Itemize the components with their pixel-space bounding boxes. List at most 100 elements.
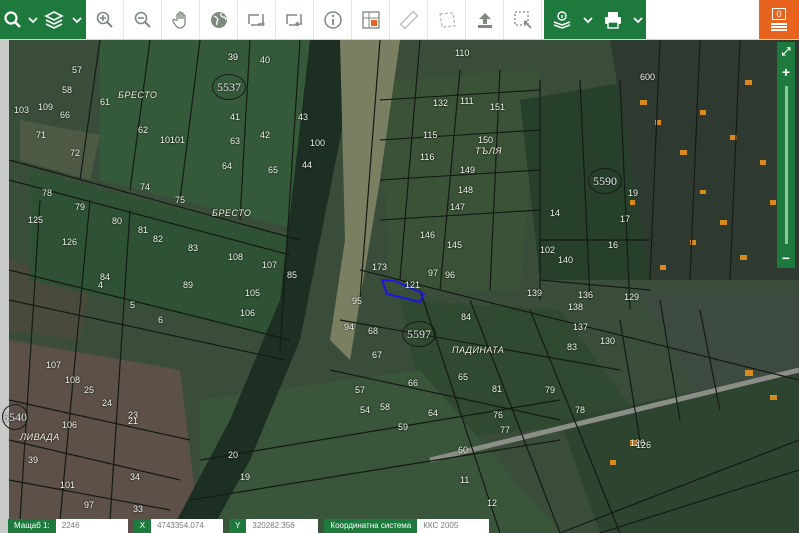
upload-icon bbox=[477, 12, 492, 28]
zoom-plus-button[interactable]: + bbox=[777, 62, 795, 82]
zoom-slider[interactable] bbox=[784, 86, 788, 244]
parcel-number-label: 25 bbox=[84, 385, 95, 395]
parcel-number-label: 33 bbox=[133, 504, 144, 514]
clear-selection-button[interactable] bbox=[504, 0, 542, 39]
parcel-number-label: 132 bbox=[433, 98, 449, 108]
parcel-number-label: 19 bbox=[240, 472, 251, 482]
pan-button[interactable] bbox=[162, 0, 200, 39]
zoom-out-button[interactable] bbox=[124, 0, 162, 39]
parcel-number-label: 101 bbox=[60, 480, 76, 490]
x-coordinate-label: X bbox=[133, 519, 152, 533]
parcel-number-label: 116 bbox=[420, 152, 435, 162]
zoom-in-icon bbox=[96, 11, 113, 28]
parcel-number-label: 61 bbox=[100, 97, 111, 107]
hand-icon bbox=[171, 10, 186, 29]
place-label: БРЕСТО bbox=[212, 208, 252, 218]
parcel-number-label: 107 bbox=[46, 360, 62, 370]
print-button[interactable] bbox=[596, 0, 630, 39]
zoom-out-icon bbox=[134, 11, 151, 28]
parcel-number-label: 57 bbox=[355, 385, 366, 395]
parcel-number-label: 75 bbox=[175, 195, 186, 205]
grid-coordinates-icon bbox=[361, 10, 380, 29]
select-import-button[interactable] bbox=[238, 0, 276, 39]
select-export-icon bbox=[285, 13, 302, 27]
layers-dropdown[interactable] bbox=[68, 0, 86, 39]
parcel-number-label: 94 bbox=[344, 322, 355, 332]
upload-button[interactable] bbox=[466, 0, 504, 39]
right-tool-group bbox=[544, 0, 646, 39]
parcel-number-label: 62 bbox=[138, 125, 149, 135]
clear-selection-icon bbox=[513, 10, 532, 29]
cadastral-region-number: 5590 bbox=[588, 168, 622, 194]
parcel-number-label: 78 bbox=[42, 188, 53, 198]
crs-select[interactable]: ККС 2005 bbox=[417, 519, 490, 533]
parcel-number-label: 78 bbox=[575, 405, 586, 415]
map-tools bbox=[86, 0, 542, 39]
parcel-number-label: 17 bbox=[620, 214, 631, 224]
parcel-number-label: 39 bbox=[28, 455, 39, 465]
print-dropdown[interactable] bbox=[630, 0, 646, 39]
zoom-minus-button[interactable]: − bbox=[777, 248, 795, 268]
coordinates-button[interactable] bbox=[352, 0, 390, 39]
parcel-number-label: 97 bbox=[84, 500, 95, 510]
base-layers-button[interactable] bbox=[544, 0, 580, 39]
hamburger-icon bbox=[771, 22, 787, 32]
parcel-number-label: 89 bbox=[183, 280, 194, 290]
parcel-number-label: 600 bbox=[640, 72, 656, 82]
y-coordinate-value: 320282.356 bbox=[246, 519, 319, 533]
cadastral-region-number: 5537 bbox=[212, 74, 246, 100]
satellite-cadastral-map bbox=[0, 40, 799, 533]
parcel-number-label: 81 bbox=[138, 225, 149, 235]
scale-input[interactable]: 2246 bbox=[55, 519, 128, 533]
parcel-number-label: 97 bbox=[428, 268, 439, 278]
parcel-number-label: 108 bbox=[65, 375, 81, 385]
parcel-number-label: 139 bbox=[527, 288, 543, 298]
parcel-number-label: 145 bbox=[447, 240, 463, 250]
parcel-number-label: 102 bbox=[540, 245, 556, 255]
main-menu-button[interactable]: 0 bbox=[759, 0, 799, 39]
parcel-number-label: 64 bbox=[222, 161, 233, 171]
parcel-number-label: 106 bbox=[240, 308, 256, 318]
parcel-number-label: 5 bbox=[130, 300, 136, 310]
parcel-number-label: 111 bbox=[460, 96, 474, 106]
left-tool-group bbox=[0, 0, 86, 39]
layers-icon bbox=[44, 10, 64, 29]
parcel-number-label: 57 bbox=[72, 65, 83, 75]
parcel-number-label: 74 bbox=[140, 182, 151, 192]
measure-area-button[interactable] bbox=[428, 0, 466, 39]
parcel-number-label: 60 bbox=[458, 445, 469, 455]
parcel-number-label: 147 bbox=[450, 202, 466, 212]
map-canvas[interactable]: 5537 5590 5597 5540 БРЕСТО БРЕСТО ТЪЛЯ П… bbox=[0, 40, 799, 533]
chevron-down-icon bbox=[72, 16, 82, 23]
place-label: ЛИВАДА bbox=[20, 432, 60, 442]
search-dropdown[interactable] bbox=[26, 0, 40, 39]
search-button[interactable] bbox=[0, 0, 26, 39]
parcel-number-label: 107 bbox=[262, 260, 278, 270]
measure-distance-button[interactable] bbox=[390, 0, 428, 39]
parcel-number-label: 4 bbox=[98, 280, 104, 290]
layers-button[interactable] bbox=[40, 0, 68, 39]
notification-badge: 0 bbox=[772, 7, 786, 20]
parcel-number-label: 44 bbox=[302, 160, 313, 170]
parcel-number-label: 54 bbox=[360, 405, 371, 415]
parcel-number-label: 11 bbox=[460, 475, 470, 485]
select-export-button[interactable] bbox=[276, 0, 314, 39]
zoom-in-button[interactable] bbox=[86, 0, 124, 39]
info-button[interactable] bbox=[314, 0, 352, 39]
crs-label: Координатна система bbox=[324, 519, 418, 533]
base-layers-dropdown[interactable] bbox=[580, 0, 596, 39]
parcel-number-label: 66 bbox=[60, 110, 71, 120]
place-label: ТЪЛЯ bbox=[475, 146, 503, 156]
parcel-number-label: 58 bbox=[380, 402, 391, 412]
parcel-number-label: 66 bbox=[408, 378, 419, 388]
globe-button[interactable] bbox=[200, 0, 238, 39]
fullscreen-button[interactable]: ⤢ bbox=[777, 42, 795, 62]
parcel-number-label: 71 bbox=[36, 130, 47, 140]
parcel-number-label: 136 bbox=[578, 290, 594, 300]
parcel-number-label: 83 bbox=[188, 243, 199, 253]
parcel-number-label: 58 bbox=[62, 85, 73, 95]
place-label: БРЕСТО bbox=[118, 90, 158, 100]
toolbar: 0 bbox=[0, 0, 799, 40]
area-icon bbox=[438, 11, 456, 28]
parcel-number-label: 21 bbox=[128, 416, 139, 426]
